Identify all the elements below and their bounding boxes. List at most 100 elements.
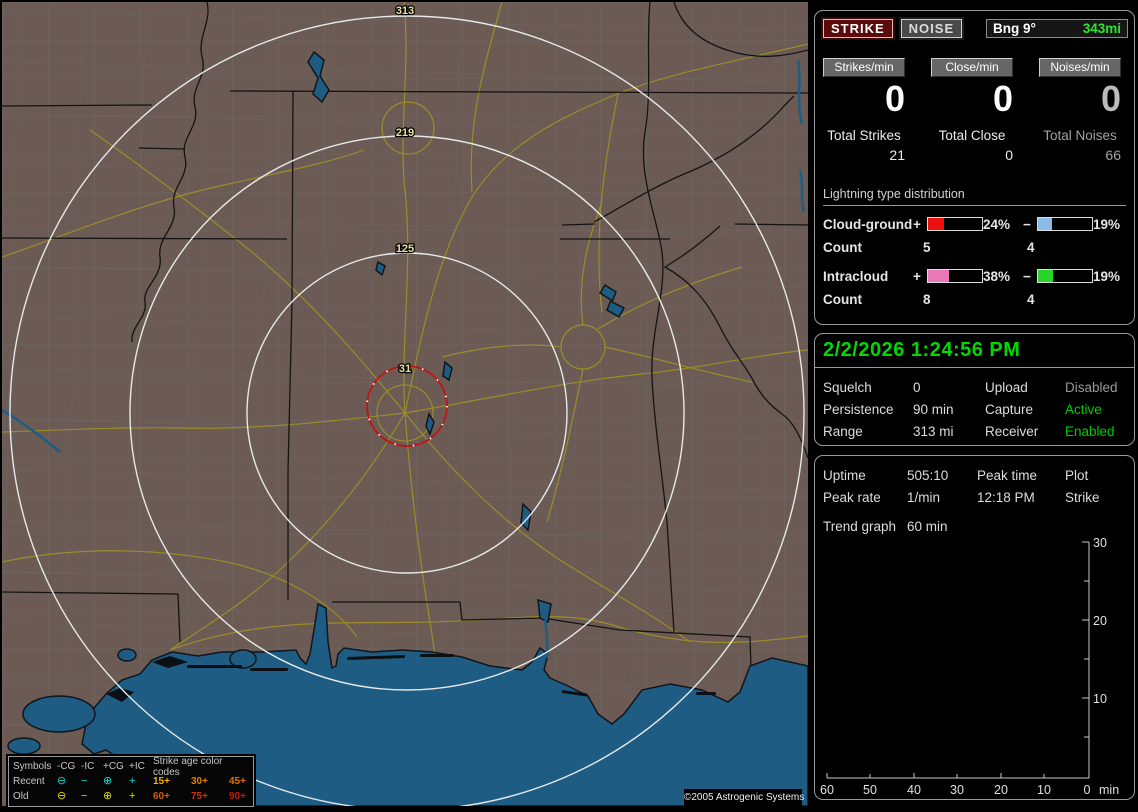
neg-cg-recent-icon: ⊖ xyxy=(57,775,67,787)
age-60: 60+ xyxy=(153,791,170,802)
total-close-label: Total Close xyxy=(938,128,1006,143)
range-value: 343mi xyxy=(1082,21,1121,36)
ic-positive-count: 8 xyxy=(923,291,931,307)
ring-label-219: 219 xyxy=(396,127,414,139)
legend-row-recent-label: Recent xyxy=(13,776,45,787)
peak-time-label: Peak time xyxy=(977,468,1038,483)
x-tick-60: 60 xyxy=(820,783,834,797)
squelch-value: 0 xyxy=(913,380,921,395)
legend-age-header: Strike age color codes xyxy=(153,755,223,778)
uptime-label: Uptime xyxy=(823,468,866,483)
cg-negative-count: 4 xyxy=(1027,239,1035,255)
trend-panel: Uptime 505:10 Peak time Plot Peak rate 1… xyxy=(814,455,1135,800)
x-tick-30: 30 xyxy=(950,783,964,797)
pos-cg-old-icon: ⊕ xyxy=(103,790,113,802)
lightning-map[interactable]: 313 219 125 31 xyxy=(2,2,808,806)
range-label: Range xyxy=(823,424,863,439)
close-counter: Close/min 0 Total Close 0 xyxy=(931,58,1013,163)
upload-label: Upload xyxy=(985,380,1028,395)
distribution-title: Lightning type distribution xyxy=(823,187,1126,206)
map-canvas: 313 219 125 31 xyxy=(2,2,808,806)
total-noises-value: 66 xyxy=(1105,147,1121,163)
receiver-status: Enabled xyxy=(1065,424,1115,439)
strikes-counter: Strikes/min 0 Total Strikes 21 xyxy=(823,58,905,163)
age-75: 75+ xyxy=(191,791,208,802)
plus-sign: + xyxy=(913,268,921,284)
pos-ic-old-icon: + xyxy=(129,790,136,802)
ring-label-31: 31 xyxy=(399,363,411,375)
y-tick-20: 20 xyxy=(1093,614,1107,628)
ic-negative-pct: 19% xyxy=(1093,268,1121,284)
noise-mode-button[interactable]: NOISE xyxy=(900,19,963,38)
age-30: 30+ xyxy=(191,776,208,787)
plot-mode-value: Strike xyxy=(1065,490,1100,505)
ic-positive-bar xyxy=(927,269,983,283)
noises-per-min-value: 0 xyxy=(1100,78,1121,119)
pos-ic-recent-icon: + xyxy=(129,775,136,787)
y-tick-10: 10 xyxy=(1093,692,1107,706)
ring-label-313: 313 xyxy=(396,5,414,17)
total-strikes-value: 21 xyxy=(889,147,905,163)
symbols-legend: Symbols -CG -IC +CG +IC Strike age color… xyxy=(6,754,256,809)
ring-label-125: 125 xyxy=(396,243,414,255)
ic-positive-pct: 38% xyxy=(983,268,1011,284)
cg-positive-pct: 24% xyxy=(983,216,1011,232)
x-tick-10: 10 xyxy=(1037,783,1051,797)
count-label: Count xyxy=(823,239,862,255)
age-90: 90+ xyxy=(229,791,246,802)
cg-negative-bar xyxy=(1037,217,1093,231)
plus-sign: + xyxy=(913,216,921,232)
cloud-ground-row: Cloud-ground + 24% − 19% xyxy=(823,212,1126,236)
legend-col-neg-cg: -CG xyxy=(57,761,76,772)
receiver-label: Receiver xyxy=(985,424,1039,439)
legend-symbols-header: Symbols xyxy=(13,761,52,772)
legend-col-neg-ic: -IC xyxy=(81,761,95,772)
trend-graph-label: Trend graph xyxy=(823,519,897,534)
strike-mode-button[interactable]: STRIKE xyxy=(823,19,893,38)
minus-sign: − xyxy=(1023,268,1031,284)
close-per-min-value: 0 xyxy=(992,78,1013,119)
x-axis-unit: min xyxy=(1099,783,1119,797)
count-label: Count xyxy=(823,291,862,307)
x-tick-40: 40 xyxy=(907,783,921,797)
ic-negative-bar xyxy=(1037,269,1093,283)
x-tick-20: 20 xyxy=(994,783,1008,797)
copyright-notice: ©2005 Astrogenic Systems xyxy=(684,789,804,806)
capture-label: Capture xyxy=(985,402,1034,417)
x-tick-0: 0 xyxy=(1084,783,1091,797)
neg-cg-old-icon: ⊖ xyxy=(57,790,67,802)
peak-rate-value: 1/min xyxy=(907,490,941,505)
noises-counter: Noises/min 0 Total Noises 66 xyxy=(1039,58,1121,163)
cg-positive-bar xyxy=(927,217,983,231)
peak-rate-label: Peak rate xyxy=(823,490,881,505)
counters-panel: STRIKE NOISE Bng 9° 343mi Strikes/min 0 … xyxy=(814,10,1135,325)
total-close-value: 0 xyxy=(1005,147,1013,163)
strikes-per-min-button[interactable]: Strikes/min xyxy=(823,58,905,77)
neg-ic-old-icon: − xyxy=(81,790,88,802)
peak-time-value: 12:18 PM xyxy=(977,490,1035,505)
strikes-per-min-value: 0 xyxy=(884,78,905,119)
plot-label: Plot xyxy=(1065,468,1089,483)
intracloud-row: Intracloud + 38% − 19% xyxy=(823,264,1126,288)
bearing-range-readout: Bng 9° 343mi xyxy=(986,19,1128,38)
bearing-value: Bng 9° xyxy=(993,21,1036,36)
lightning-distribution: Lightning type distribution Cloud-ground… xyxy=(815,163,1134,310)
y-tick-30: 30 xyxy=(1093,536,1107,550)
intracloud-label: Intracloud xyxy=(823,268,889,284)
cg-negative-pct: 19% xyxy=(1093,216,1121,232)
persistence-label: Persistence xyxy=(823,402,894,417)
datetime-display: 2/2/2026 1:24:56 PM xyxy=(815,334,1134,368)
noises-per-min-button[interactable]: Noises/min xyxy=(1039,58,1121,77)
ic-negative-count: 4 xyxy=(1027,291,1035,307)
intracloud-count-row: Count 8 4 xyxy=(823,288,1126,310)
close-per-min-button[interactable]: Close/min xyxy=(931,58,1013,77)
age-45: 45+ xyxy=(229,776,246,787)
neg-ic-recent-icon: − xyxy=(81,775,88,787)
trend-graph-value: 60 min xyxy=(907,519,948,534)
legend-col-pos-ic: +IC xyxy=(129,761,145,772)
persistence-value: 90 min xyxy=(913,402,954,417)
legend-row-old-label: Old xyxy=(13,791,29,802)
x-tick-50: 50 xyxy=(863,783,877,797)
cg-positive-count: 5 xyxy=(923,239,931,255)
cloud-ground-label: Cloud-ground xyxy=(823,216,913,232)
